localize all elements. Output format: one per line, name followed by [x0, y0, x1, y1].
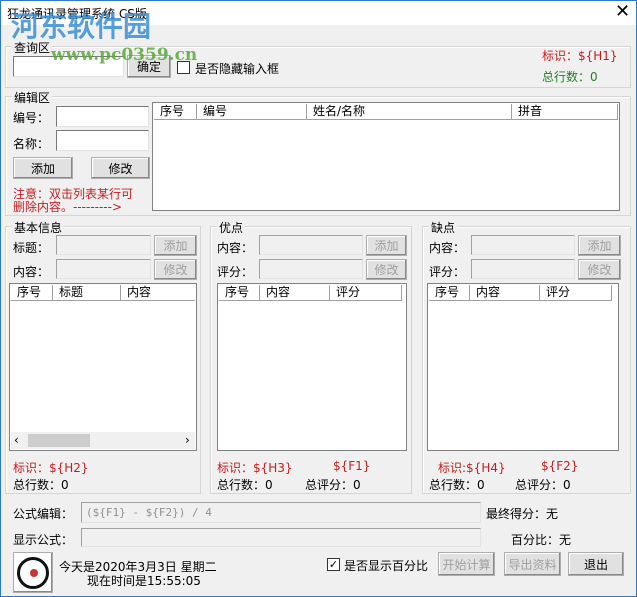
- edit-modify-button[interactable]: 修改: [91, 157, 150, 179]
- basic-modify-button[interactable]: 修改: [154, 259, 197, 280]
- cons-col-index[interactable]: 序号: [429, 285, 470, 301]
- edit-add-button[interactable]: 添加: [13, 157, 73, 179]
- pros-col-score[interactable]: 评分: [330, 285, 402, 301]
- basic-col-content[interactable]: 内容: [121, 285, 195, 301]
- edit-group-label: 编辑区: [12, 89, 53, 106]
- id-input[interactable]: [56, 106, 149, 127]
- cons-score-total: 总评分：0: [515, 478, 571, 492]
- contact-list[interactable]: 序号 编号 姓名/名称 拼音: [152, 102, 620, 211]
- time-text: 现在时间是15:55:05: [87, 574, 201, 588]
- column-header-index[interactable]: 序号: [154, 104, 197, 120]
- cons-total: 总行数：0: [429, 478, 485, 492]
- close-icon[interactable]: ✕: [615, 1, 630, 22]
- pros-add-button[interactable]: 添加: [366, 235, 407, 256]
- column-header-pinyin[interactable]: 拼音: [512, 104, 618, 120]
- watermark-name: 河东软件园: [11, 10, 152, 43]
- basic-add-button[interactable]: 添加: [154, 235, 197, 256]
- start-calc-button[interactable]: 开始计算: [438, 552, 495, 576]
- cons-col-content[interactable]: 内容: [470, 285, 540, 301]
- basic-content-input[interactable]: [56, 259, 151, 279]
- basic-tag: 标识：${H2}: [13, 461, 89, 475]
- show-percent-label: 是否显示百分比: [344, 559, 429, 573]
- formula-edit-label: 公式编辑：: [13, 507, 74, 521]
- cons-group-label: 缺点: [429, 219, 458, 236]
- cons-score-label: 评分：: [429, 265, 466, 279]
- query-total: 总行数：0: [542, 70, 598, 84]
- basic-title-input[interactable]: [56, 235, 151, 255]
- pros-content-input[interactable]: [259, 235, 363, 255]
- logo-icon[interactable]: [13, 552, 53, 593]
- formula-show-input: [81, 528, 481, 547]
- basic-col-index[interactable]: 序号: [11, 285, 53, 301]
- query-tag: 标识：${H1}: [542, 49, 618, 63]
- cons-tag: 标识:${H4}: [438, 461, 506, 475]
- pros-score-input[interactable]: [259, 259, 363, 279]
- scroll-right-icon[interactable]: ›: [185, 433, 190, 447]
- hide-input-label: 是否隐藏输入框: [195, 62, 280, 76]
- basic-list-hscrollbar[interactable]: ‹ ›: [11, 432, 195, 449]
- column-header-id[interactable]: 编号: [197, 104, 307, 120]
- scroll-thumb[interactable]: [28, 434, 90, 447]
- pros-tag: 标识：${H3}: [217, 461, 293, 475]
- column-header-name[interactable]: 姓名/名称: [307, 104, 512, 120]
- exit-button[interactable]: 退出: [568, 552, 624, 576]
- cons-list[interactable]: 序号 内容 评分: [427, 283, 619, 451]
- pros-score-label: 评分：: [217, 265, 254, 279]
- basic-title-label: 标题：: [13, 241, 50, 255]
- pros-group-label: 优点: [217, 219, 246, 236]
- cons-score-input[interactable]: [471, 259, 575, 279]
- scroll-left-icon[interactable]: ‹: [14, 433, 19, 447]
- pros-col-index[interactable]: 序号: [219, 285, 260, 301]
- name-input[interactable]: [56, 130, 149, 151]
- formula-edit-input[interactable]: (${F1} - ${F2}) / 4: [81, 502, 481, 523]
- cons-content-input[interactable]: [471, 235, 575, 255]
- pros-content-label: 内容：: [217, 241, 254, 255]
- cons-modify-button[interactable]: 修改: [578, 259, 621, 280]
- basic-col-title[interactable]: 标题: [53, 285, 121, 301]
- pros-total: 总行数：0: [217, 478, 273, 492]
- pros-modify-button[interactable]: 修改: [366, 259, 407, 280]
- pros-var: ${F1}: [333, 459, 371, 473]
- cons-var: ${F2}: [541, 459, 579, 473]
- pros-list[interactable]: 序号 内容 评分: [217, 283, 407, 451]
- show-percent-checkbox[interactable]: ✓: [327, 558, 340, 571]
- pros-score-total: 总评分：0: [305, 478, 361, 492]
- cons-add-button[interactable]: 添加: [578, 235, 621, 256]
- pros-col-content[interactable]: 内容: [260, 285, 330, 301]
- watermark-url: www.pc0359.cn: [51, 45, 198, 65]
- cons-col-score[interactable]: 评分: [540, 285, 612, 301]
- percent: 百分比：无: [511, 533, 572, 547]
- name-label: 名称：: [13, 137, 50, 151]
- export-button[interactable]: 导出资料: [504, 552, 561, 576]
- formula-show-label: 显示公式：: [13, 533, 74, 547]
- basic-list[interactable]: 序号 标题 内容 ‹ ›: [9, 283, 197, 451]
- id-label: 编号：: [13, 111, 50, 125]
- basic-group-label: 基本信息: [12, 219, 65, 236]
- edit-note-line2: 删除内容。--------->: [13, 200, 123, 214]
- basic-content-label: 内容：: [13, 265, 50, 279]
- final-score: 最终得分：无: [486, 507, 559, 521]
- cons-content-label: 内容：: [429, 241, 466, 255]
- basic-total: 总行数：0: [13, 478, 69, 492]
